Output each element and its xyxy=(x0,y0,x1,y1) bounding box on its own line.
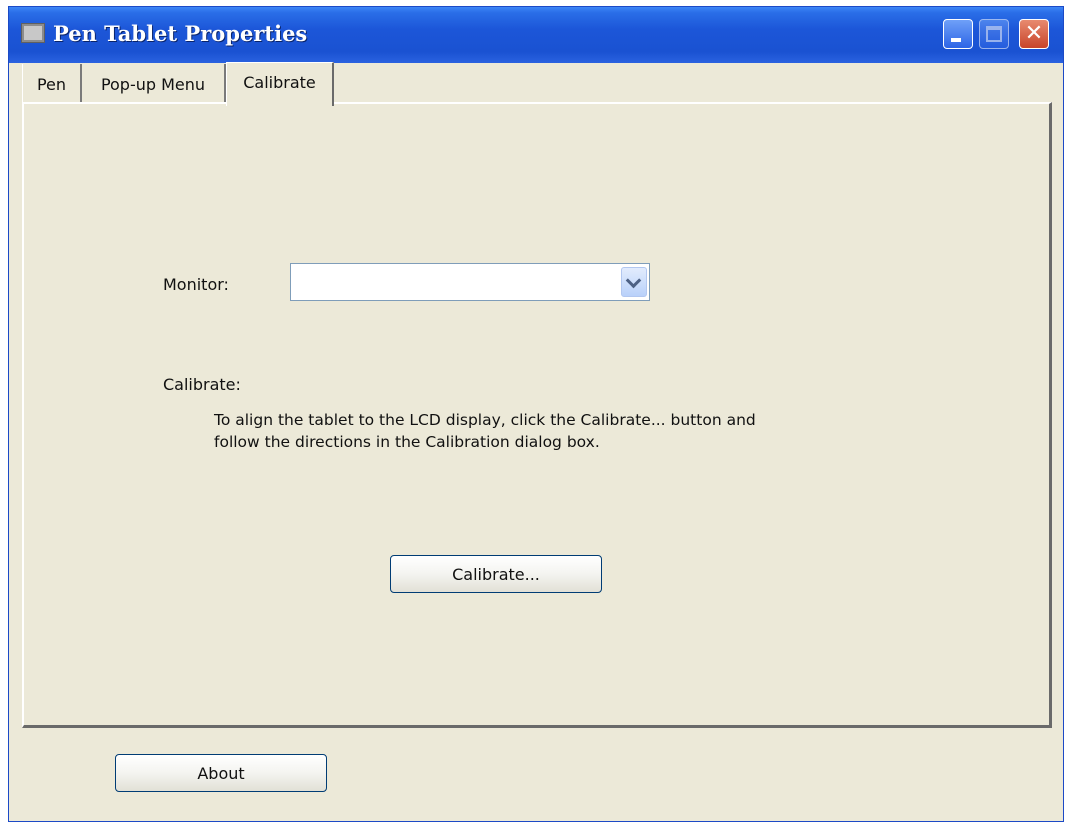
tablet-app-icon xyxy=(21,23,45,43)
maximize-icon xyxy=(986,26,1002,42)
window-title: Pen Tablet Properties xyxy=(53,21,308,46)
tab-calibrate[interactable]: Calibrate xyxy=(226,62,334,106)
monitor-select[interactable] xyxy=(290,263,650,301)
chevron-down-icon xyxy=(625,272,642,289)
maximize-button[interactable] xyxy=(979,19,1009,49)
monitor-label: Monitor: xyxy=(163,275,229,294)
tab-calibrate-label: Calibrate xyxy=(243,73,316,92)
tab-pop-up-menu-label: Pop-up Menu xyxy=(100,74,206,94)
about-button[interactable]: About xyxy=(115,754,327,792)
tab-pen-label: Pen xyxy=(36,74,67,94)
tab-pop-up-menu[interactable]: Pop-up Menu xyxy=(82,64,226,104)
pen-tablet-properties-window: Pen Tablet Properties ✕ Pen Pop-up Menu … xyxy=(8,6,1064,822)
close-button[interactable]: ✕ xyxy=(1019,19,1049,49)
title-bar[interactable]: Pen Tablet Properties ✕ xyxy=(9,7,1063,63)
dropdown-arrow-button[interactable] xyxy=(621,267,647,297)
close-icon: ✕ xyxy=(1024,21,1044,46)
minimize-icon xyxy=(951,38,961,42)
calibrate-description-line-2: follow the directions in the Calibration… xyxy=(214,433,600,451)
tab-pen[interactable]: Pen xyxy=(22,64,82,104)
minimize-button[interactable] xyxy=(943,19,973,49)
calibrate-heading: Calibrate: xyxy=(163,375,241,394)
calibrate-button[interactable]: Calibrate... xyxy=(390,555,602,593)
calibrate-description-line-1: To align the tablet to the LCD display, … xyxy=(214,411,756,429)
